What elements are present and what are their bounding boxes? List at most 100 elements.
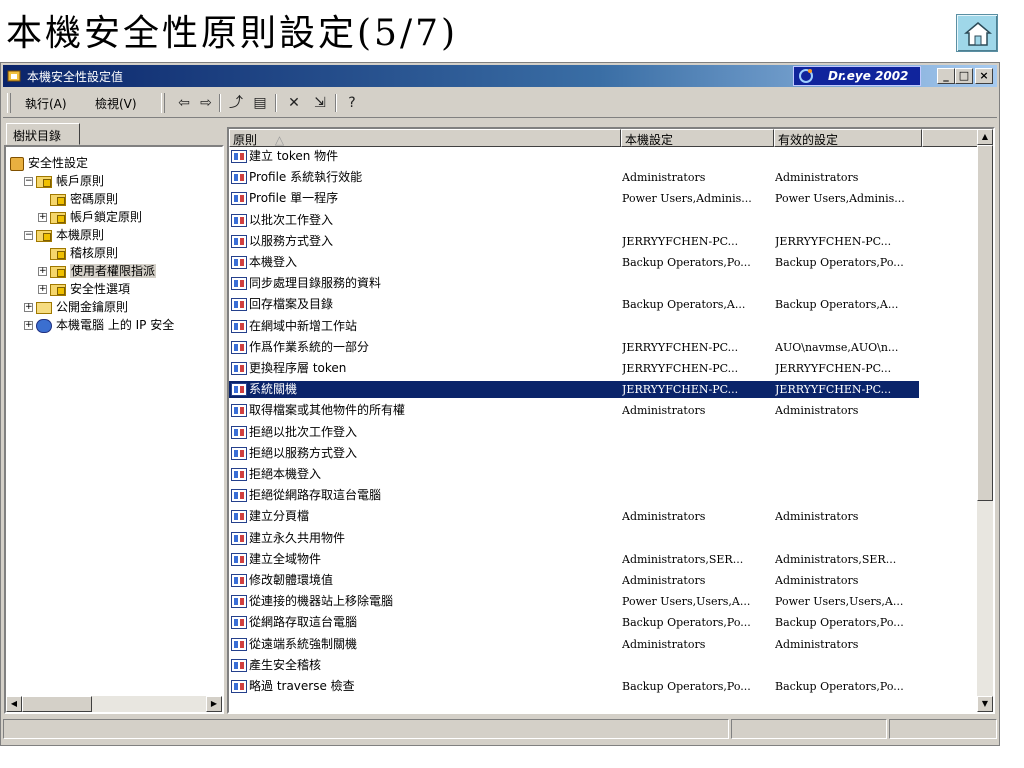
policy-row[interactable]: 從連接的機器站上移除電腦 Power Users,Users,A... Power …: [229, 593, 919, 610]
dreye-button[interactable]: Dr.eye 2002: [793, 66, 921, 86]
forward-arrow-icon[interactable]: ⇨: [195, 94, 217, 112]
policy-row[interactable]: 從網路存取這台電腦 Backup Operators,Po... Backup Op…: [229, 614, 919, 631]
menu-action[interactable]: 執行(A): [25, 95, 67, 112]
policy-row[interactable]: 拒絕以批次工作登入: [229, 424, 919, 441]
local-setting: Administrators: [622, 171, 706, 185]
policy-name: 從網路存取這台電腦: [249, 615, 358, 630]
local-setting: Administrators,SER...: [622, 552, 744, 566]
policy-row[interactable]: 作爲作業系統的一部分 JERRYYFCHEN-PC... AUO\navmse,AU…: [229, 339, 919, 356]
scroll-thumb[interactable]: [977, 145, 993, 501]
menubar-grip[interactable]: [7, 93, 11, 113]
tree-node[interactable]: + 本機電腦 上的 IP 安全: [24, 317, 174, 333]
show-hide-tree-icon[interactable]: ▤: [249, 94, 271, 112]
tree-node[interactable]: 安全性設定: [10, 155, 88, 171]
shield-icon: [10, 156, 24, 171]
tree-node[interactable]: − 帳戶原則: [24, 173, 104, 189]
tree-tab[interactable]: 樹狀目錄: [6, 123, 80, 145]
effective-setting: Administrators: [775, 574, 859, 587]
policy-row[interactable]: 本機登入 Backup Operators,Po... Backup Operato…: [229, 254, 919, 271]
policy-name: 回存檔案及目錄: [249, 297, 334, 312]
policy-row[interactable]: 回存檔案及目錄 Backup Operators,A... Backup Opera…: [229, 296, 919, 313]
scroll-down-button[interactable]: ▼: [977, 696, 993, 712]
expand-plus-icon[interactable]: +: [38, 213, 47, 222]
policy-row[interactable]: 產生安全稽核: [229, 657, 919, 674]
tree-horizontal-scrollbar[interactable]: ◀ ▶: [6, 696, 222, 712]
policy-list[interactable]: 原則 △ 本機設定 有效的設定 ▲ ▼ 建立 token 物件 Profile 系…: [227, 127, 995, 714]
policy-name: 略過 traverse 檢查: [249, 679, 355, 693]
effective-setting: Backup Operators,A...: [775, 298, 899, 312]
scroll-right-button[interactable]: ▶: [206, 696, 222, 712]
policy-row[interactable]: 以服務方式登入 JERRYYFCHEN-PC... JERRYYFCHEN-PC..…: [229, 233, 919, 250]
tree-view[interactable]: ◀ ▶ 安全性設定 − 帳戶原則密碼原則 + 帳戶鎖定原則 − 本機原則稽核原則 + 使用者權限…: [4, 145, 224, 714]
maximize-button[interactable]: □: [955, 68, 973, 84]
policy-row[interactable]: 修改韌體環境值 Administrators Administrators: [229, 572, 919, 589]
user-right-policy-icon: [231, 171, 247, 185]
help-icon[interactable]: ?: [341, 94, 363, 112]
user-right-policy-icon: [231, 256, 247, 269]
policy-name: 修改韌體環境值: [249, 573, 334, 587]
policy-row[interactable]: 略過 traverse 檢查 Backup Operators,Po... Back…: [229, 678, 919, 695]
policy-row[interactable]: 建立永久共用物件: [229, 530, 919, 547]
home-button[interactable]: [956, 14, 998, 52]
column-header-local-setting[interactable]: 本機設定: [621, 129, 774, 147]
user-right-policy-icon: [231, 574, 247, 587]
user-right-policy-icon: [231, 489, 247, 503]
tree-node[interactable]: + 使用者權限指派: [38, 263, 157, 279]
effective-setting: Backup Operators,Po...: [775, 256, 904, 269]
policy-row[interactable]: 更換程序層 token JERRYYFCHEN-PC... JERRYYFCHEN-…: [229, 360, 919, 377]
policy-row[interactable]: 建立分頁檔 Administrators Administrators: [229, 508, 919, 525]
policy-row[interactable]: 從遠端系統強制關機 Administrators Administrators: [229, 636, 919, 653]
tree-node[interactable]: + 安全性選項: [38, 281, 130, 297]
close-button[interactable]: ×: [975, 68, 993, 84]
policy-row[interactable]: Profile 系統執行效能 Administrators Administrato…: [229, 169, 919, 186]
column-header-policy[interactable]: 原則 △: [229, 129, 621, 147]
policy-name: 產生安全稽核: [249, 657, 322, 672]
scroll-left-button[interactable]: ◀: [6, 696, 22, 712]
policy-row[interactable]: 拒絕從網路存取這台電腦: [229, 487, 919, 504]
policy-row[interactable]: 同步處理目錄服務的資料: [229, 275, 919, 292]
collapse-minus-icon[interactable]: −: [24, 177, 33, 186]
tree-node[interactable]: + 帳戶鎖定原則: [38, 209, 142, 225]
collapse-minus-icon[interactable]: −: [24, 231, 33, 240]
menu-view[interactable]: 檢視(V): [95, 95, 137, 112]
policy-row[interactable]: 建立 token 物件: [229, 148, 919, 165]
user-right-policy-icon: [231, 192, 247, 206]
policy-row[interactable]: 取得檔案或其他物件的所有權 Administrators Administrator…: [229, 402, 919, 419]
expand-plus-icon[interactable]: +: [24, 321, 33, 330]
expand-plus-icon[interactable]: +: [24, 303, 33, 312]
policy-row[interactable]: 在網域中新增工作站: [229, 318, 919, 335]
list-vertical-scrollbar[interactable]: ▲ ▼: [977, 129, 993, 712]
policy-row[interactable]: 拒絕本機登入: [229, 466, 919, 483]
effective-setting: Backup Operators,Po...: [775, 616, 904, 630]
policy-row[interactable]: 以批次工作登入: [229, 212, 919, 229]
local-setting: Backup Operators,A...: [622, 298, 746, 312]
folder-icon: [36, 175, 52, 188]
scroll-thumb[interactable]: [22, 696, 92, 712]
policy-row[interactable]: 建立全域物件 Administrators,SER... Administrator…: [229, 551, 919, 568]
dreye-logo-icon: [799, 69, 813, 83]
window-titlebar[interactable]: 本機安全性設定值 Dr.eye 2002 _ □ ×: [3, 65, 997, 87]
effective-setting: Backup Operators,Po...: [775, 680, 904, 693]
local-setting: Power Users,Adminis...: [622, 192, 752, 206]
delete-icon[interactable]: ✕: [283, 94, 305, 112]
network-icon: [36, 318, 52, 333]
tree-node[interactable]: + 公開金鑰原則: [24, 299, 128, 315]
policy-row[interactable]: 系統關機 JERRYYFCHEN-PC... JERRYYFCHEN-PC...: [229, 381, 919, 399]
local-setting: Administrators: [622, 574, 706, 587]
tree-node[interactable]: 稽核原則: [38, 245, 118, 261]
policy-row[interactable]: Profile 單一程序 Power Users,Adminis... Power …: [229, 190, 919, 207]
policy-row[interactable]: 拒絕以服務方式登入: [229, 445, 919, 462]
minimize-button[interactable]: _: [937, 68, 955, 84]
expand-plus-icon[interactable]: +: [38, 285, 47, 294]
tree-node[interactable]: − 本機原則: [24, 227, 104, 243]
expand-plus-icon[interactable]: +: [38, 267, 47, 276]
column-header-effective-setting[interactable]: 有效的設定: [774, 129, 922, 147]
toolbar-grip[interactable]: [161, 93, 165, 113]
tree-node[interactable]: 密碼原則: [38, 191, 118, 207]
status-cell-3: [889, 719, 997, 739]
export-list-icon[interactable]: ⇲: [309, 94, 331, 112]
user-right-policy-icon: [231, 680, 247, 693]
scroll-up-button[interactable]: ▲: [977, 129, 993, 145]
up-folder-icon[interactable]: ⤴: [225, 94, 247, 112]
back-arrow-icon[interactable]: ⇦: [173, 94, 195, 112]
